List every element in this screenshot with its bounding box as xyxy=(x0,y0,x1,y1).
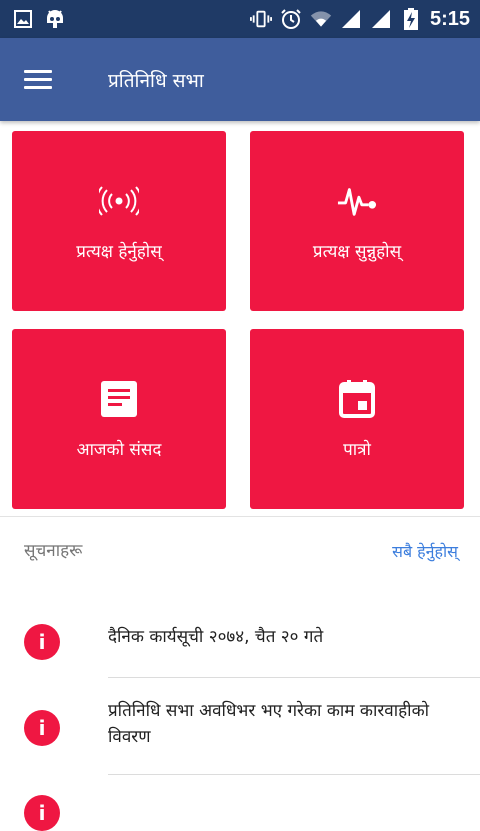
section-divider xyxy=(0,516,480,517)
app-bar: प्रतिनिधि सभा xyxy=(0,38,480,121)
wifi-icon xyxy=(310,8,332,30)
tile-live-listen[interactable]: प्रत्यक्ष सुन्नुहोस् xyxy=(250,131,464,311)
notice-text: दैनिक कार्यसूची २०७४, चैत २० गते xyxy=(108,627,324,647)
document-icon xyxy=(99,379,139,419)
list-item[interactable]: i दैनिक कार्यसूची २०७४, चैत २० गते xyxy=(0,600,480,676)
tile-label: प्रत्यक्ष सुन्नुहोस् xyxy=(312,242,402,262)
vibrate-icon xyxy=(249,8,272,30)
tile-label: पात्रो xyxy=(343,440,371,460)
pulse-icon xyxy=(337,181,377,221)
battery-charging-icon xyxy=(400,8,422,30)
tile-calendar[interactable]: पात्रो xyxy=(250,329,464,509)
tile-label: आजको संसद xyxy=(76,440,162,460)
android-icon xyxy=(44,8,66,30)
status-time: 5:15 xyxy=(429,7,470,30)
live-broadcast-icon xyxy=(99,181,139,221)
tile-live-watch[interactable]: प्रत्यक्ष हेर्नुहोस् xyxy=(12,131,226,311)
info-icon: i xyxy=(24,624,60,660)
calendar-icon xyxy=(337,379,377,419)
notice-text: प्रतिनिधि सभा अवधिभर भए गरेका काम कारवाह… xyxy=(108,701,430,747)
see-all-link[interactable]: सबै हेर्नुहोस् xyxy=(392,540,458,562)
page-title: प्रतिनिधि सभा xyxy=(108,69,204,92)
signal-icon xyxy=(370,8,392,30)
tile-todays-parliament[interactable]: आजको संसद xyxy=(12,329,226,509)
info-icon: i xyxy=(24,710,60,746)
info-icon: i xyxy=(24,795,60,831)
hamburger-menu-icon[interactable] xyxy=(24,56,72,104)
tile-label: प्रत्यक्ष हेर्नुहोस् xyxy=(76,242,162,262)
list-item[interactable]: i xyxy=(0,775,480,831)
list-item[interactable]: i प्रतिनिधि सभा अवधिभर भए गरेका काम कारव… xyxy=(0,678,480,774)
image-icon xyxy=(12,8,34,30)
signal-icon xyxy=(340,8,362,30)
alarm-icon xyxy=(280,8,302,30)
status-bar: 5:15 xyxy=(0,0,480,38)
notices-heading: सूचनाहरू xyxy=(24,541,83,561)
